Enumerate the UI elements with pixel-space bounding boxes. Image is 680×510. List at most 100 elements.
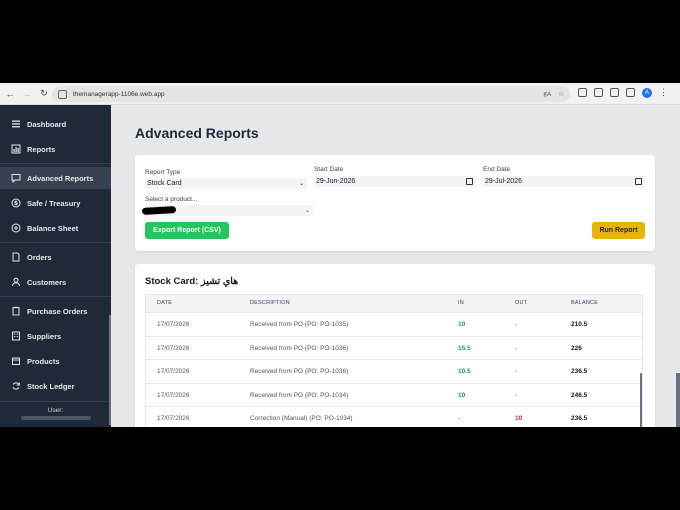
- cell-balance: 246.5: [571, 391, 588, 399]
- sidebar-item-label: Advanced Reports: [27, 173, 94, 183]
- stock-card-table: DATE DESCRIPTION IN OUT BALANCE 17/07/20…: [145, 294, 643, 427]
- end-date-value: 29-Jul-2026: [485, 178, 522, 185]
- column-header-in: IN: [458, 300, 464, 306]
- sidebar-item-label: Dashboard: [27, 119, 67, 129]
- puzzle-icon[interactable]: [610, 88, 619, 97]
- person-icon: [11, 277, 21, 287]
- site-info-icon[interactable]: [58, 89, 67, 99]
- sidebar-item-label: Safe / Treasury: [27, 198, 81, 208]
- export-csv-button[interactable]: Export Report (CSV): [145, 222, 229, 239]
- end-date-input[interactable]: 29-Jul-2026: [483, 176, 645, 187]
- extension-icon[interactable]: [578, 88, 587, 97]
- sidebar-item-orders[interactable]: Orders: [0, 246, 111, 268]
- start-date-value: 29-Jun-2026: [316, 178, 356, 185]
- sidepanel-icon[interactable]: [626, 88, 635, 97]
- product-select-label: Select a product...: [145, 196, 198, 203]
- cell-in: -: [458, 415, 461, 422]
- sidebar-item-label: Reports: [27, 144, 56, 154]
- cell-in: 10: [458, 391, 466, 399]
- cell-description: Received from PO (PO: PO-1034): [250, 391, 349, 399]
- chevron-down-icon: ⌄: [304, 208, 310, 214]
- chevron-down-icon: ⌄: [298, 181, 304, 187]
- document-icon: [11, 252, 21, 262]
- address-bar[interactable]: themanagerapp-1106e.web.app हA ☆: [52, 86, 570, 102]
- sidebar-item-advanced-reports[interactable]: Advanced Reports: [0, 167, 111, 189]
- sidebar-item-label: Stock Ledger: [27, 381, 75, 391]
- start-date-label: Start Date: [314, 166, 344, 173]
- sidebar-item-customers[interactable]: Customers: [0, 271, 111, 293]
- sidebar-item-label: Balance Sheet: [27, 223, 79, 233]
- sidebar-item-reports[interactable]: Reports: [0, 138, 111, 160]
- cell-out: 10: [515, 415, 523, 422]
- scale-icon: [11, 223, 21, 233]
- sidebar-item-dashboard[interactable]: Dashboard: [0, 113, 111, 135]
- cell-out: -: [515, 344, 518, 352]
- page-scrollbar[interactable]: [676, 373, 680, 427]
- table-row: 17/07/2026 Received from PO (PO: PO-1034…: [146, 382, 642, 406]
- box-icon: [11, 356, 21, 366]
- sidebar: Dashboard Reports Advanced Reports $ Saf…: [0, 105, 111, 427]
- sidebar-item-label: Orders: [27, 252, 52, 262]
- bookmark-star-icon[interactable]: ☆: [558, 90, 564, 98]
- cell-in: 10: [458, 321, 466, 328]
- sidebar-item-purchase-orders[interactable]: Purchase Orders: [0, 300, 111, 322]
- cell-date: 17/07/2026: [157, 321, 190, 328]
- calendar-icon[interactable]: [635, 178, 642, 185]
- back-icon[interactable]: ←: [3, 87, 17, 101]
- cell-date: 17/07/2026: [157, 344, 190, 352]
- sidebar-item-balance-sheet[interactable]: Balance Sheet: [0, 217, 111, 239]
- table-row: 17/07/2026 Received from PO (PO: PO-1035…: [146, 312, 642, 336]
- chat-icon: [11, 173, 21, 183]
- calendar-icon[interactable]: [466, 178, 473, 185]
- reload-icon[interactable]: ↻: [37, 87, 51, 101]
- svg-text:$: $: [14, 200, 18, 207]
- cell-in: 15.5: [458, 344, 471, 352]
- sidebar-item-safe-treasury[interactable]: $ Safe / Treasury: [0, 192, 111, 214]
- report-type-select[interactable]: Stock Card ⌄: [145, 178, 307, 189]
- user-label: User:: [47, 407, 64, 414]
- sidebar-item-stock-ledger[interactable]: Stock Ledger: [0, 375, 111, 397]
- report-type-value: Stock Card: [147, 180, 182, 187]
- translate-icon[interactable]: हA: [543, 89, 551, 98]
- table-scrollbar[interactable]: [640, 373, 642, 427]
- cell-description: Received from PO (PO: PO-1036): [250, 344, 349, 352]
- sidebar-item-label: Products: [27, 356, 60, 366]
- sidebar-item-suppliers[interactable]: Suppliers: [0, 325, 111, 347]
- cell-balance: 236.5: [571, 415, 588, 422]
- stock-card-panel: Stock Card: هاي تشيز DATE DESCRIPTION IN…: [135, 264, 655, 427]
- user-info: User:: [0, 407, 111, 420]
- cell-description: Correction (Manual) (PO: PO-1034): [250, 415, 353, 422]
- sidebar-item-products[interactable]: Products: [0, 350, 111, 372]
- table-header: DATE DESCRIPTION IN OUT BALANCE: [146, 295, 642, 312]
- cell-out: -: [515, 321, 518, 328]
- profile-avatar[interactable]: A: [642, 87, 652, 98]
- refresh-icon: [11, 381, 21, 391]
- column-header-description: DESCRIPTION: [250, 300, 290, 306]
- browser-menu-icon[interactable]: ⋮: [659, 87, 668, 98]
- dollar-icon: $: [11, 198, 21, 208]
- column-header-date: DATE: [157, 300, 173, 306]
- table-row: 17/07/2026 Received from PO (PO: PO-1036…: [146, 335, 642, 359]
- cell-date: 17/07/2026: [157, 391, 190, 399]
- sidebar-item-label: Purchase Orders: [27, 306, 88, 316]
- sidebar-divider: [0, 163, 111, 164]
- cell-date: 17/07/2026: [157, 415, 190, 422]
- report-filter-card: Report Type Stock Card ⌄ Start Date 29-J…: [135, 155, 655, 251]
- store-icon[interactable]: [594, 88, 603, 97]
- sidebar-item-label: Customers: [27, 277, 67, 287]
- url-text: themanagerapp-1106e.web.app: [73, 90, 165, 98]
- page-title: Advanced Reports: [135, 125, 259, 141]
- browser-toolbar: ← → ↻ themanagerapp-1106e.web.app हA ☆ A…: [0, 83, 680, 105]
- sidebar-divider: [0, 242, 111, 243]
- run-report-button[interactable]: Run Report: [592, 222, 645, 239]
- cell-date: 17/07/2026: [157, 368, 190, 375]
- sidebar-item-label: Suppliers: [27, 331, 62, 341]
- main-content: Advanced Reports Report Type Stock Card …: [111, 105, 680, 427]
- cell-balance: 210.5: [571, 321, 588, 328]
- clipboard-icon: [11, 306, 21, 316]
- start-date-input[interactable]: 29-Jun-2026: [314, 176, 476, 187]
- report-type-label: Report Type: [145, 169, 181, 176]
- table-row: 17/07/2026 Correction (Manual) (PO: PO-1…: [146, 406, 642, 427]
- forward-icon[interactable]: →: [20, 87, 34, 101]
- cell-description: Received from PO (PO: PO-1036): [250, 368, 349, 375]
